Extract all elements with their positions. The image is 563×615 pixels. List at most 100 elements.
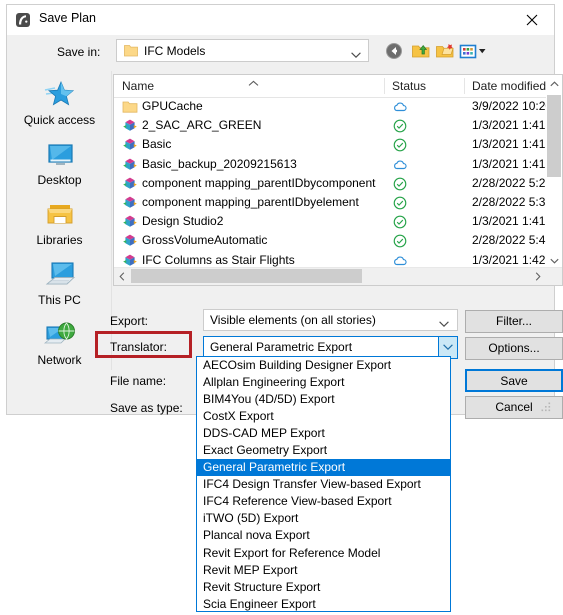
check-circle-icon (393, 215, 407, 229)
file-name: GPUCache (142, 99, 203, 113)
dropdown-option[interactable]: CostX Export (197, 408, 450, 425)
title-bar: Save Plan (7, 5, 554, 35)
table-row[interactable]: component mapping_parentIDbycomponent 2/… (114, 174, 562, 193)
back-button[interactable] (384, 41, 404, 61)
save-in-row: Save in: IFC Models (7, 35, 554, 70)
save-in-value: IFC Models (144, 44, 206, 58)
column-header-status[interactable]: Status (392, 79, 426, 93)
dropdown-option[interactable]: Plancal nova Export (197, 527, 450, 544)
network-globe-icon (43, 319, 77, 351)
date-modified: 1/3/2021 1:42 (472, 252, 546, 267)
new-folder-button[interactable] (435, 41, 455, 61)
check-circle-icon (393, 196, 407, 210)
table-row[interactable]: GPUCache 3/9/2022 10:20 (114, 97, 562, 116)
file-name: component mapping_parentIDbycomponent (142, 175, 376, 190)
scroll-right-button[interactable] (530, 268, 546, 284)
dropdown-option[interactable]: Revit Structure Export (197, 579, 450, 596)
file-name: GrossVolumeAutomatic (142, 233, 268, 248)
filter-button[interactable]: Filter... (465, 310, 563, 333)
table-row[interactable]: IFC Columns as Stair Flights 1/3/2021 1:… (114, 251, 562, 268)
dropdown-option[interactable]: Scia Engineer Export (197, 596, 450, 611)
folder-icon (122, 99, 138, 115)
chevron-down-icon (439, 317, 449, 331)
scroll-up-button[interactable] (546, 75, 562, 92)
translator-value: General Parametric Export (210, 340, 353, 354)
sidebar-item-libraries[interactable]: Libraries (8, 199, 111, 257)
save-in-label: Save in: (57, 45, 101, 59)
export-label: Export: (110, 314, 149, 328)
cloud-icon (393, 158, 407, 172)
dropdown-option[interactable]: IFC4 Reference View-based Export (197, 493, 450, 510)
translator-dropdown-list[interactable]: AECOsim Building Designer Export Allplan … (196, 356, 451, 612)
sidebar-item-quick-access[interactable]: Quick access (8, 79, 111, 137)
date-modified: 1/3/2021 1:41 (472, 118, 546, 133)
ifc-model-icon (122, 176, 138, 192)
date-modified: 1/3/2021 1:41 (472, 137, 546, 152)
export-combobox[interactable]: Visible elements (on all stories) (203, 309, 458, 331)
dropdown-option[interactable]: Revit MEP Export (197, 562, 450, 579)
table-row[interactable]: 2_SAC_ARC_GREEN 1/3/2021 1:41 (114, 116, 562, 135)
ifc-model-icon (122, 214, 138, 230)
ifc-model-icon (122, 157, 138, 173)
file-name-label: File name: (110, 374, 167, 388)
file-name: component mapping_parentIDbyelement (142, 194, 359, 209)
star-icon (43, 79, 77, 111)
options-button[interactable]: Options... (465, 337, 563, 360)
translator-dropdown-button[interactable] (438, 337, 457, 358)
file-name: Basic_backup_20209215613 (142, 156, 297, 171)
dropdown-option[interactable]: iTWO (5D) Export (197, 510, 450, 527)
ifc-model-icon (122, 233, 138, 249)
table-row[interactable]: Design Studio2 1/3/2021 1:41 (114, 212, 562, 231)
date-modified: 1/3/2021 1:41 (472, 214, 546, 229)
dropdown-option[interactable]: DDS-CAD MEP Export (197, 425, 450, 442)
table-row[interactable]: component mapping_parentIDbyelement 2/28… (114, 193, 562, 212)
check-circle-icon (393, 138, 407, 152)
ifc-model-icon (122, 253, 138, 268)
save-as-type-label: Save as type: (110, 401, 183, 415)
dropdown-option[interactable]: Revit Export for Reference Model (197, 545, 450, 562)
date-modified: 2/28/2022 5:43 (472, 233, 553, 248)
sidebar-item-label: Quick access (23, 113, 96, 127)
ifc-model-icon (122, 195, 138, 211)
scroll-thumb[interactable] (131, 269, 362, 283)
scroll-left-button[interactable] (114, 268, 130, 284)
date-modified: 3/9/2022 10:20 (472, 99, 553, 113)
ifc-model-icon (122, 137, 138, 153)
save-in-combobox[interactable]: IFC Models (116, 39, 369, 62)
date-modified: 2/28/2022 5:35 (472, 194, 553, 209)
file-name: Basic (142, 137, 172, 152)
scroll-thumb[interactable] (547, 95, 561, 177)
column-header-date-modified[interactable]: Date modified (472, 79, 546, 93)
up-one-level-button[interactable] (411, 41, 431, 61)
column-header-name[interactable]: Name (122, 79, 154, 93)
save-button[interactable]: Save (465, 369, 563, 392)
file-name: IFC Columns as Stair Flights (142, 252, 295, 267)
close-button[interactable] (510, 5, 554, 34)
window-title: Save Plan (39, 11, 96, 25)
resize-grip-icon[interactable] (541, 401, 551, 412)
sidebar-item-this-pc[interactable]: This PC (8, 259, 111, 317)
sidebar-item-desktop[interactable]: Desktop (8, 139, 111, 197)
file-list: Name Status Date modified GPUCache 3/9/2… (113, 74, 563, 286)
views-button[interactable] (459, 41, 489, 61)
check-circle-icon (393, 177, 407, 191)
dropdown-option[interactable]: AECOsim Building Designer Export (197, 357, 450, 374)
file-list-horizontal-scrollbar[interactable] (114, 267, 562, 285)
places-sidebar: Quick access Desktop Libraries This PC N… (8, 71, 112, 370)
dropdown-option[interactable]: IFC4 Design Transfer View-based Export (197, 476, 450, 493)
dropdown-option[interactable]: Exact Geometry Export (197, 442, 450, 459)
check-circle-icon (393, 234, 407, 248)
dropdown-option[interactable]: Allplan Engineering Export (197, 374, 450, 391)
dropdown-option[interactable]: General Parametric Export (197, 459, 450, 477)
file-name: 2_SAC_ARC_GREEN (142, 118, 262, 133)
libraries-folder-icon (43, 199, 77, 231)
table-row[interactable]: Basic_backup_20209215613 1/3/2021 1:41 (114, 155, 562, 174)
save-plan-dialog-screen: Save Plan Save in: IFC Models Quick acce… (0, 0, 563, 615)
file-list-vertical-scrollbar[interactable] (546, 75, 562, 269)
dropdown-option[interactable]: BIM4You (4D/5D) Export (197, 391, 450, 408)
table-row[interactable]: GrossVolumeAutomatic 2/28/2022 5:43 (114, 231, 562, 250)
archicad-icon (15, 12, 31, 28)
file-list-rows: GPUCache 3/9/2022 10:20 2_SAC_ARC_GREEN … (114, 97, 562, 267)
folder-icon (124, 44, 138, 57)
table-row[interactable]: Basic 1/3/2021 1:41 (114, 135, 562, 154)
